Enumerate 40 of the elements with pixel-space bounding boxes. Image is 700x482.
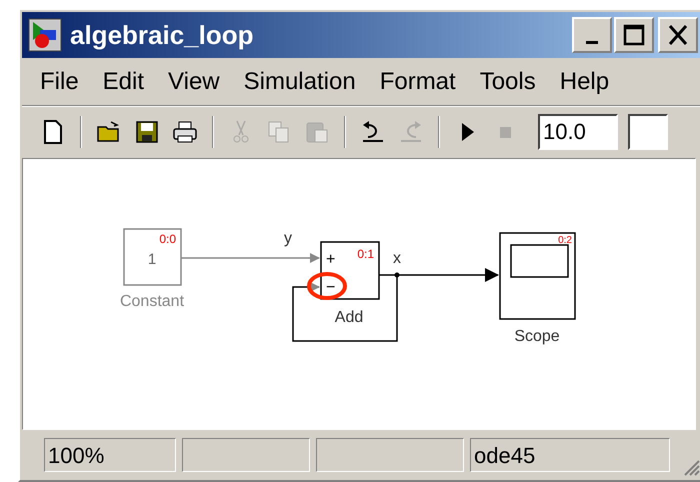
signal-label: y (284, 230, 292, 247)
model-icon (28, 18, 62, 52)
scope-screen-icon (510, 244, 569, 278)
resize-grip-icon (682, 458, 700, 476)
block-name: Scope (514, 328, 560, 345)
sample-time-label: 0:0 (159, 232, 176, 246)
window-title: algebraic_loop (70, 22, 254, 48)
minimize-button[interactable] (572, 17, 612, 53)
sign-label: − (326, 279, 336, 296)
maximize-button[interactable] (614, 17, 654, 53)
constant-value: 1 (148, 251, 156, 268)
block-name: Constant (120, 293, 184, 310)
folder-icon (96, 118, 122, 144)
minimize-icon (586, 40, 598, 44)
menu-item[interactable]: File (32, 70, 87, 94)
block-name: Add (334, 309, 364, 326)
redo-icon (398, 118, 424, 144)
menu-item[interactable]: Simulation (236, 70, 364, 94)
menu-item[interactable]: Format (372, 70, 464, 94)
stop-time-field[interactable]: 10.0 (538, 114, 618, 150)
status-text: 100% (48, 442, 104, 470)
menu-item[interactable]: Tools (472, 70, 544, 94)
branch-point (394, 272, 400, 278)
dropdown-field[interactable] (628, 114, 668, 150)
close-button[interactable] (658, 17, 698, 53)
undo-icon (360, 118, 386, 144)
highlight-circle (307, 272, 347, 300)
status-text: ode45 (474, 442, 536, 470)
sample-time-label: 0:1 (357, 247, 374, 261)
menu-item[interactable]: Edit (94, 70, 152, 94)
menu-item[interactable]: View (160, 70, 228, 94)
menu-item[interactable]: Help (552, 70, 618, 94)
maximize-icon (623, 24, 645, 46)
sign-label: + (326, 251, 336, 268)
sample-time-label: 0:2 (558, 235, 572, 246)
constant-block[interactable] (123, 228, 182, 286)
close-icon (668, 24, 688, 46)
sum-block[interactable] (320, 241, 380, 300)
signal-label: x (393, 250, 401, 267)
printer-icon (172, 118, 198, 144)
